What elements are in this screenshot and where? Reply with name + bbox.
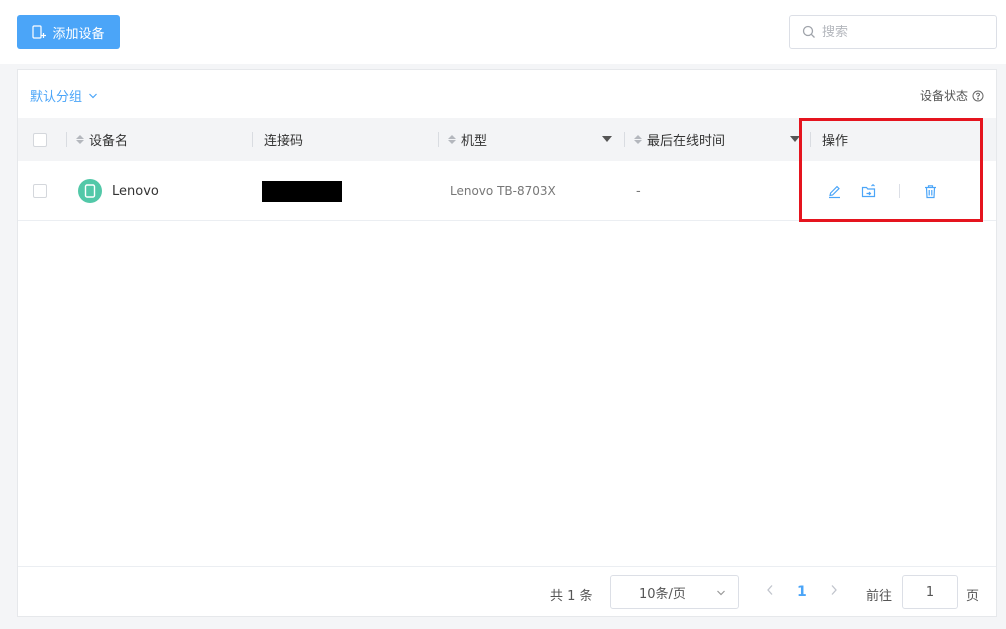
- add-device-button[interactable]: 添加设备: [17, 15, 120, 49]
- column-device-name[interactable]: 设备名: [66, 118, 252, 161]
- move-to-group-button[interactable]: [860, 183, 876, 199]
- edit-button[interactable]: [826, 183, 842, 199]
- trash-icon: [924, 184, 936, 198]
- model-value: Lenovo TB-8703X: [450, 184, 556, 198]
- column-device-name-label: 设备名: [89, 134, 129, 149]
- connection-code-redacted: [262, 180, 342, 202]
- last-online-cell: -: [636, 161, 641, 221]
- device-list-card: 默认分组 设备状态 设备名 连接码 机型 最后在线时间 操作 Lenovo Le…: [17, 69, 997, 617]
- tablet-icon: [78, 179, 102, 203]
- total-count: 共 1 条: [550, 589, 593, 604]
- column-connection-code-label: 连接码: [264, 134, 304, 149]
- chevron-left-icon[interactable]: [765, 584, 775, 596]
- actions-cell: [826, 161, 938, 221]
- page-size-value: 10条/页: [639, 586, 686, 602]
- chevron-down-icon: [89, 93, 97, 98]
- chevron-right-icon[interactable]: [829, 584, 839, 596]
- column-connection-code: 连接码: [252, 118, 438, 161]
- folder-move-icon: [861, 183, 875, 197]
- edit-icon: [828, 185, 840, 198]
- group-label: 默认分组: [30, 90, 83, 105]
- column-actions: 操作: [810, 118, 996, 161]
- column-last-online[interactable]: 最后在线时间: [624, 118, 810, 161]
- select-all-cell: [33, 118, 47, 161]
- page-size-select[interactable]: 10条/页: [610, 575, 739, 609]
- goto-label: 前往: [866, 589, 893, 604]
- column-divider: [252, 132, 253, 147]
- column-divider: [438, 132, 439, 147]
- help-icon: [972, 90, 984, 101]
- row-checkbox[interactable]: [33, 184, 47, 198]
- delete-button[interactable]: [922, 183, 938, 199]
- column-divider: [66, 132, 67, 147]
- actions-divider: [899, 184, 900, 198]
- last-online-value: -: [636, 183, 641, 199]
- top-toolbar: 添加设备: [0, 0, 1006, 64]
- filter-icon[interactable]: [602, 136, 612, 142]
- chevron-down-icon: [717, 590, 725, 596]
- search-icon: [802, 25, 815, 38]
- column-last-online-label: 最后在线时间: [647, 134, 726, 149]
- column-model-label: 机型: [461, 134, 488, 149]
- page-unit-label: 页: [966, 589, 980, 604]
- device-status-label: 设备状态: [919, 89, 968, 103]
- column-divider: [810, 132, 811, 147]
- add-device-label: 添加设备: [52, 26, 105, 42]
- group-dropdown[interactable]: 默认分组: [30, 86, 98, 105]
- connection-code-cell: [262, 161, 342, 221]
- device-name-cell[interactable]: Lenovo: [78, 161, 159, 221]
- column-divider: [624, 132, 625, 147]
- model-cell: Lenovo TB-8703X: [450, 161, 556, 221]
- sort-icon[interactable]: [448, 135, 456, 144]
- sort-icon[interactable]: [76, 135, 84, 144]
- search-input[interactable]: [822, 24, 982, 40]
- device-status-help[interactable]: 设备状态: [920, 87, 984, 104]
- table-row[interactable]: Lenovo Lenovo TB-8703X -: [18, 161, 996, 221]
- add-device-icon: [32, 25, 47, 39]
- column-actions-label: 操作: [822, 134, 849, 149]
- sort-icon[interactable]: [634, 135, 642, 144]
- column-model[interactable]: 机型: [438, 118, 624, 161]
- filter-icon[interactable]: [790, 136, 800, 142]
- page-number-current[interactable]: 1: [797, 584, 807, 600]
- table-header: 设备名 连接码 机型 最后在线时间 操作: [18, 118, 996, 161]
- row-select-cell: [33, 161, 47, 221]
- select-all-checkbox[interactable]: [33, 132, 47, 147]
- goto-page-input[interactable]: [902, 575, 958, 609]
- search-box[interactable]: [789, 15, 997, 49]
- pagination: 共 1 条 10条/页 1 前往 页: [18, 566, 996, 617]
- device-name: Lenovo: [112, 183, 159, 199]
